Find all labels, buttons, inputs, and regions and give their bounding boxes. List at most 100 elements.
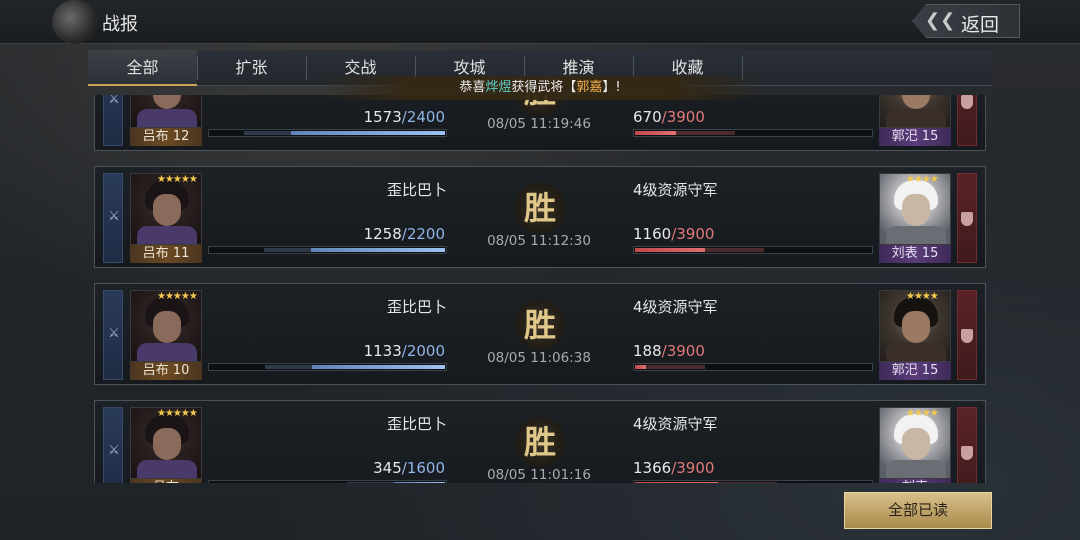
sword-icon: ⚔: [108, 95, 120, 107]
defender-troops: 1160/3900: [633, 225, 715, 243]
emblem-icon: [52, 0, 98, 44]
defender-level: 15: [921, 246, 939, 261]
attacker-bar-fill: [394, 482, 445, 483]
back-button[interactable]: ❮❮ 返回: [912, 4, 1020, 38]
defender-level: 15: [921, 363, 939, 378]
attacker-portrait[interactable]: [130, 95, 202, 128]
defender-nameplate: 刘表 15: [879, 245, 951, 263]
shield-icon: [961, 446, 973, 460]
defender-strip[interactable]: [957, 407, 977, 483]
defender-troop-bar: [633, 480, 873, 483]
tab-expand[interactable]: 扩张: [197, 50, 306, 86]
notice-middle: 获得武将【: [511, 80, 577, 95]
attacker-troop-bar: [208, 129, 447, 137]
report-time: 08/05 11:12:30: [487, 233, 591, 249]
chevron-left-double-icon: ❮❮: [925, 10, 956, 31]
notice-suffix: 】!: [602, 80, 621, 95]
attacker-level: 10: [172, 363, 190, 378]
notice-prefix: 恭喜: [459, 80, 486, 95]
attacker-troop-bar: [208, 480, 447, 483]
defender-general: 郭汜: [891, 363, 918, 378]
defender-player: 4级资源守军: [633, 415, 718, 433]
defender-troop-bar: [633, 246, 873, 254]
defender-portrait[interactable]: ★★★★: [879, 173, 951, 245]
defender-player: 4级资源守军: [633, 298, 718, 316]
attacker-bar-fill: [291, 131, 445, 135]
report-card[interactable]: ⚔ 吕布 12 1573/2400 胜 08/05 11:19:46 670/3…: [94, 95, 986, 151]
attacker-troop-bar: [208, 246, 447, 254]
defender-strip[interactable]: [957, 95, 977, 146]
defender-portrait[interactable]: [879, 95, 951, 128]
report-card[interactable]: ⚔ ★★★★★ 吕布 歪比巴卜 345/1600 胜 08/05 11:01:1…: [94, 400, 986, 483]
sword-icon: ⚔: [108, 326, 120, 341]
star-rating: ★★★★★: [157, 291, 198, 302]
defender-portrait[interactable]: ★★★★: [879, 290, 951, 362]
back-label: 返回: [961, 14, 1000, 36]
star-rating: ★★★★★: [157, 408, 198, 419]
attacker-strip: ⚔: [103, 173, 123, 263]
attacker-strip: ⚔: [103, 290, 123, 380]
attacker-player: 歪比巴卜: [387, 298, 448, 316]
page-title: 战报: [102, 14, 138, 35]
attacker-general: 吕布: [153, 480, 179, 483]
attacker-troop-bar: [208, 363, 447, 371]
attacker-nameplate: 吕布 10: [130, 362, 202, 380]
defender-bar-fill: [635, 482, 718, 483]
defender-level: 15: [921, 129, 939, 144]
defender-troops: 1366/3900: [633, 459, 715, 477]
report-card[interactable]: ⚔ ★★★★★ 吕布 10 歪比巴卜 1133/2000 胜 08/05 11:…: [94, 283, 986, 385]
defender-strip[interactable]: [957, 173, 977, 263]
sword-icon: ⚔: [108, 209, 120, 224]
attacker-troops: 1258/2200: [363, 225, 445, 243]
attacker-portrait[interactable]: ★★★★★: [130, 290, 202, 362]
notice-general: 郭嘉: [576, 80, 603, 95]
report-time: 08/05 11:01:16: [487, 467, 591, 483]
tab-all[interactable]: 全部: [88, 50, 197, 86]
star-rating: ★★★★: [906, 174, 939, 185]
attacker-nameplate: 吕布 11: [130, 245, 202, 263]
defender-nameplate: 郭汜 15: [879, 362, 951, 380]
read-all-button[interactable]: 全部已读: [844, 492, 992, 529]
report-card[interactable]: ⚔ ★★★★★ 吕布 11 歪比巴卜 1258/2200 胜 08/05 11:…: [94, 166, 986, 268]
report-list[interactable]: ⚔ 吕布 12 1573/2400 胜 08/05 11:19:46 670/3…: [94, 95, 986, 483]
victory-badge-icon: 胜: [513, 181, 567, 235]
defender-nameplate: 郭汜 15: [879, 128, 951, 146]
defender-portrait[interactable]: ★★★★: [879, 407, 951, 479]
defender-strip[interactable]: [957, 290, 977, 380]
attacker-troops: 1573/2400: [363, 108, 445, 126]
attacker-strip: ⚔: [103, 95, 123, 146]
shield-icon: [961, 329, 973, 343]
defender-general: 刘表: [891, 246, 918, 261]
defender-nameplate: 刘表: [879, 479, 951, 483]
notice-banner: 恭喜烨煜获得武将【郭嘉】!: [318, 76, 762, 100]
defender-general: 刘表: [902, 480, 928, 483]
defender-bar-fill: [635, 365, 646, 369]
tab-divider: [197, 56, 198, 80]
attacker-nameplate: 吕布 12: [130, 128, 202, 146]
defender-bar-fill: [635, 248, 705, 252]
star-rating: ★★★★: [906, 408, 939, 419]
attacker-player: 歪比巴卜: [387, 181, 448, 199]
defender-general: 郭汜: [891, 129, 918, 144]
attacker-general: 吕布: [142, 363, 169, 378]
attacker-troops: 1133/2000: [363, 342, 445, 360]
defender-player: 4级资源守军: [633, 181, 718, 199]
defender-bar-fill: [635, 131, 676, 135]
shield-icon: [961, 95, 973, 109]
shield-icon: [961, 212, 973, 226]
defender-troop-bar: [633, 129, 873, 137]
victory-badge-icon: 胜: [513, 415, 567, 469]
sword-icon: ⚔: [108, 443, 120, 458]
top-bar: 战报 ❮❮ 返回: [0, 0, 1080, 44]
attacker-level: 12: [172, 129, 190, 144]
attacker-portrait[interactable]: ★★★★★: [130, 173, 202, 245]
attacker-level: 11: [172, 246, 190, 261]
attacker-general: 吕布: [142, 246, 169, 261]
notice-player: 烨煜: [485, 80, 512, 95]
attacker-portrait[interactable]: ★★★★★: [130, 407, 202, 479]
defender-troop-bar: [633, 363, 873, 371]
attacker-player: 歪比巴卜: [387, 415, 448, 433]
attacker-nameplate: 吕布: [130, 479, 202, 483]
report-time: 08/05 11:19:46: [487, 116, 591, 132]
star-rating: ★★★★: [906, 291, 939, 302]
